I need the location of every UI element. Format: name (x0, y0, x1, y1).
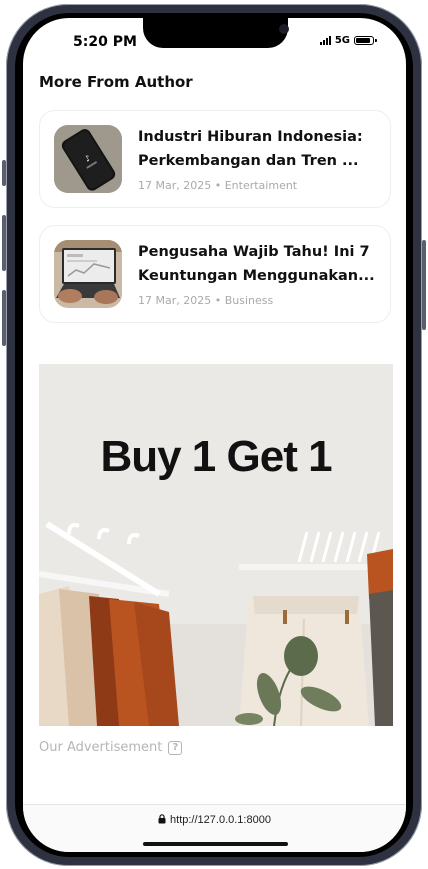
ad-headline: Buy 1 Get 1 (100, 432, 332, 481)
url-display[interactable]: http://127.0.0.1:8000 (23, 814, 406, 826)
mute-switch (2, 160, 6, 186)
lock-icon (158, 814, 166, 824)
status-indicators: 5G (319, 35, 377, 46)
article-card[interactable]: ♪ Industri Hiburan Indonesia: Perkembang… (39, 110, 391, 208)
signal-icon (319, 36, 331, 45)
article-card[interactable]: Pengusaha Wajib Tahu! Ini 7 Keuntungan M… (39, 225, 391, 323)
section-title: More From Author (39, 73, 193, 91)
help-icon[interactable]: ? (168, 740, 183, 755)
power-button (422, 240, 426, 330)
article-title: Pengusaha Wajib Tahu! Ini 7 Keuntungan M… (138, 244, 375, 284)
advertisement-banner[interactable]: Buy 1 Get 1 (39, 364, 393, 726)
ad-caption: Our Advertisement ? (39, 740, 183, 755)
volume-down-button (2, 290, 6, 346)
article-thumbnail: ♪ (54, 125, 122, 193)
camera-icon (279, 24, 289, 34)
status-time: 5:20 PM (73, 34, 137, 50)
battery-icon (354, 36, 377, 45)
article-meta: 17 Mar, 2025 • Entertaiment (138, 179, 298, 192)
article-title: Industri Hiburan Indonesia: Perkembangan… (138, 129, 363, 169)
clothing-rack-image (39, 364, 393, 726)
network-type: 5G (334, 35, 350, 46)
article-meta: 17 Mar, 2025 • Business (138, 294, 274, 307)
browser-url-bar[interactable]: http://127.0.0.1:8000 (23, 804, 406, 852)
phone-screen: 5:20 PM 5G More From Author ♪ Industri H… (23, 18, 406, 852)
ad-caption-label: Our Advertisement (39, 740, 163, 755)
home-indicator[interactable] (143, 842, 288, 846)
article-thumbnail (54, 240, 122, 308)
url-text: http://127.0.0.1:8000 (170, 814, 271, 826)
volume-up-button (2, 215, 6, 271)
notch (143, 18, 289, 48)
